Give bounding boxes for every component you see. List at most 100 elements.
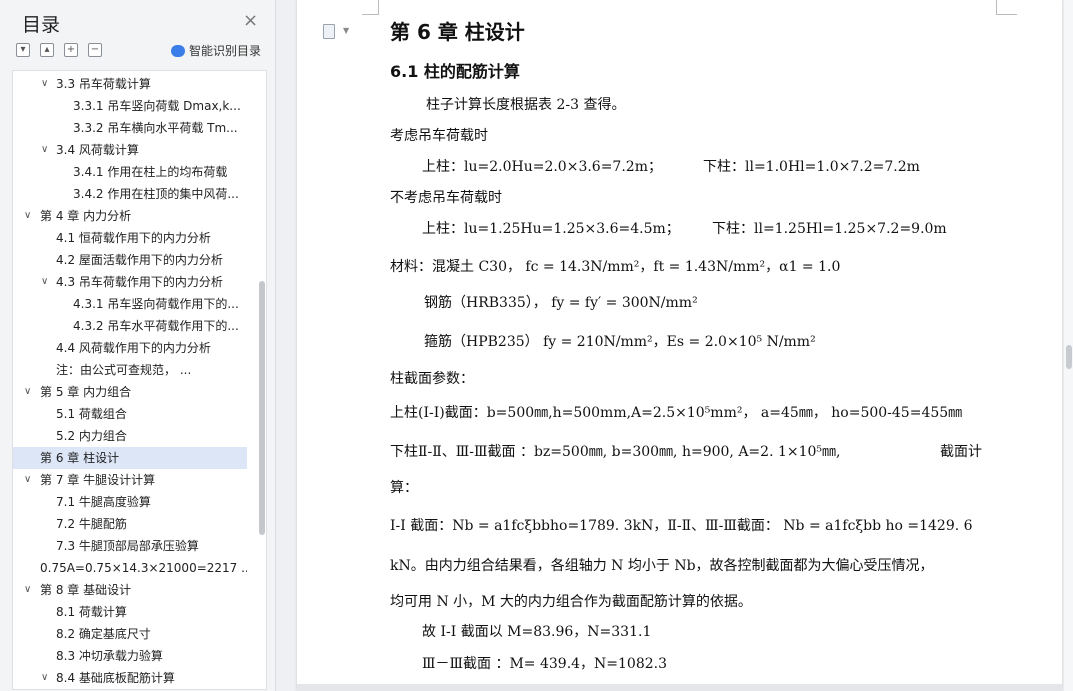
chevron-down-icon[interactable]: ∨ — [41, 271, 48, 293]
toc-item[interactable]: 0.75A=0.75×14.3×21000=2217 ... — [13, 557, 247, 579]
toc-item[interactable]: 7.1 牛腿高度验算 — [13, 491, 247, 513]
toc-item[interactable]: 5.2 内力组合 — [13, 425, 247, 447]
toc-item-label: 第 7 章 牛腿设计计算 — [40, 473, 156, 487]
doc-line: 上柱：lu=1.25Hu=1.25×3.6=4.5m； — [422, 221, 680, 237]
toc-item[interactable]: 5.1 荷载组合 — [13, 403, 247, 425]
toc-item-label: 3.4.2 作用在柱顶的集中风荷... — [73, 187, 239, 201]
toc-item[interactable]: ∨ 3.4 风荷载计算 — [13, 139, 247, 161]
toc-item[interactable]: 3.3.2 吊车横向水平荷载 Tm... — [13, 117, 247, 139]
close-icon[interactable]: × — [243, 12, 258, 30]
collapse-all-icon[interactable]: ▾ — [16, 43, 30, 57]
chevron-down-icon[interactable]: ∨ — [41, 667, 48, 689]
toc-item-label: 3.4.1 作用在柱上的均布荷载 — [73, 165, 228, 179]
toc-item[interactable]: ∨ 8.4 基础底板配筋计算 — [13, 667, 247, 689]
doc-line: 材料：混凝土 C30， fc = 14.3N/mm²，ft = 1.43N/mm… — [390, 259, 841, 275]
toc-item-label: 4.1 恒荷载作用下的内力分析 — [56, 231, 211, 245]
chevron-down-icon[interactable]: ∨ — [24, 469, 31, 491]
toc-item[interactable]: ∨ 第 4 章 内力分析 — [13, 205, 247, 227]
toc-item-label: 第 6 章 柱设计 — [40, 451, 120, 465]
toc-item[interactable]: 4.2 屋面活载作用下的内力分析 — [13, 249, 247, 271]
toc-item[interactable]: 3.4.2 作用在柱顶的集中风荷... — [13, 183, 247, 205]
doc-line: 下柱：ll=1.25Hl=1.25×7.2=9.0m — [712, 221, 947, 237]
crop-mark-left — [362, 0, 379, 15]
toc-item[interactable]: ∨ 第 7 章 牛腿设计计算 — [13, 469, 247, 491]
section-title: 6.1 柱的配筋计算 — [390, 62, 520, 81]
toc-item[interactable]: 4.3.2 吊车水平荷载作用下的... — [13, 315, 247, 337]
chevron-down-icon[interactable]: ▼ — [343, 26, 349, 35]
doc-line: 考虑吊车荷载时 — [390, 128, 488, 144]
toc-item-label: 0.75A=0.75×14.3×21000=2217 ... — [40, 561, 247, 575]
toc-item[interactable]: 第 6 章 柱设计 — [13, 447, 247, 469]
doc-line: 上柱：lu=2.0Hu=2.0×3.6=7.2m； — [422, 159, 662, 175]
toc-item[interactable]: 8.3 冲切承载力验算 — [13, 645, 247, 667]
chevron-down-icon[interactable]: ∨ — [41, 139, 48, 161]
doc-line: 截面计 — [940, 444, 982, 460]
toc-item-label: 4.3 吊车荷载作用下的内力分析 — [56, 275, 223, 289]
add-heading-icon[interactable]: + — [64, 43, 78, 57]
toc-scrollbar[interactable] — [259, 281, 265, 535]
smart-toc-label: 智能识别目录 — [189, 44, 262, 58]
remove-heading-icon[interactable]: − — [88, 43, 102, 57]
toc-item-label: 4.4 风荷载作用下的内力分析 — [56, 341, 211, 355]
doc-line: I-I 截面：Nb = a1fcξbbho=1789. 3kN，Ⅱ-Ⅱ、Ⅲ-Ⅲ截… — [390, 518, 973, 534]
crop-mark-right — [996, 0, 1017, 15]
toc-item-label: 注：由公式可查规范， ... — [56, 363, 192, 377]
chevron-down-icon[interactable]: ∨ — [41, 73, 48, 95]
toc-item-label: 8.2 确定基底尺寸 — [56, 627, 151, 641]
toc-item[interactable]: 注：由公式可查规范， ... — [13, 359, 247, 381]
toc-item-label: 8.1 荷载计算 — [56, 605, 127, 619]
toc-item-label: 4.3.1 吊车竖向荷载作用下的... — [73, 297, 239, 311]
toc-item-label: 7.1 牛腿高度验算 — [56, 495, 151, 509]
doc-line: 柱截面参数： — [390, 371, 474, 387]
chapter-title: 第 6 章 柱设计 — [390, 20, 525, 44]
doc-line: 钢筋（HRB335）， fy = fy′ = 300N/mm² — [424, 295, 698, 311]
toc-item[interactable]: ∨ 4.3 吊车荷载作用下的内力分析 — [13, 271, 247, 293]
toc-item-label: 3.3 吊车荷载计算 — [56, 77, 151, 91]
toc-item-label: 8.4 基础底板配筋计算 — [56, 671, 175, 685]
toc-list: ∨ 3.3 吊车荷载计算 3.3.1 吊车竖向荷载 Dmax,k... 3.3.2 吊… — [12, 70, 267, 690]
toc-item-label: 3.3.2 吊车横向水平荷载 Tm... — [73, 121, 238, 135]
doc-line: 不考虑吊车荷载时 — [390, 190, 502, 206]
toc-item-label: 5.1 荷载组合 — [56, 407, 127, 421]
chevron-down-icon[interactable]: ∨ — [24, 205, 31, 227]
toc-item[interactable]: 8.1 荷载计算 — [13, 601, 247, 623]
document-icon[interactable] — [323, 24, 335, 39]
toc-item-label: 第 4 章 内力分析 — [40, 209, 132, 223]
doc-line: kN。由内力组合结果看，各组轴力 N 均小于 Nb，故各控制截面都为大偏心受压情… — [390, 558, 934, 574]
toc-sidebar: 目录 × ▾ ▴ + − 智能识别目录 ∨ 3.3 吊车荷载计算 3.3.1 吊车竖… — [0, 0, 276, 691]
toc-item-label: 4.3.2 吊车水平荷载作用下的... — [73, 319, 239, 333]
doc-line: 上柱(I-I)截面：b=500㎜,h=500mm,A=2.5×10⁵mm²， a… — [390, 405, 963, 421]
toc-item[interactable]: 3.3.1 吊车竖向荷载 Dmax,k... — [13, 95, 247, 117]
toc-item-label: 3.3.1 吊车竖向荷载 Dmax,k... — [73, 99, 241, 113]
toc-item-label: 第 8 章 基础设计 — [40, 583, 132, 597]
toc-item[interactable]: ∨ 第 8 章 基础设计 — [13, 579, 247, 601]
chevron-down-icon[interactable]: ∨ — [24, 381, 31, 403]
toc-item[interactable]: 3.4.1 作用在柱上的均布荷载 — [13, 161, 247, 183]
doc-line: 均可用 N 小，M 大的内力组合作为截面配筋计算的依据。 — [390, 594, 752, 610]
doc-line: 下柱Ⅱ-Ⅱ、Ⅲ-Ⅲ截面 ：bz=500㎜, b=300㎜, h=900, A=2… — [390, 444, 841, 460]
chevron-down-icon[interactable]: ∨ — [24, 579, 31, 601]
toc-item[interactable]: 7.3 牛腿顶部局部承压验算 — [13, 535, 247, 557]
toc-item-label: 8.3 冲切承载力验算 — [56, 649, 163, 663]
doc-line: Ⅲ－Ⅲ截面 ：M= 439.4，N=1082.3 — [422, 656, 668, 672]
doc-line: 下柱：ll=1.0Hl=1.0×7.2=7.2m — [703, 159, 920, 175]
doc-line: 箍筋（HPB235） fy = 210N/mm²，Es = 2.0×10⁵ N/… — [424, 334, 816, 350]
smart-toc-button[interactable]: 智能识别目录 — [171, 42, 261, 59]
toc-item[interactable]: 4.1 恒荷载作用下的内力分析 — [13, 227, 247, 249]
toc-item[interactable]: ∨ 3.3 吊车荷载计算 — [13, 73, 247, 95]
toc-item[interactable]: 4.3.1 吊车竖向荷载作用下的... — [13, 293, 247, 315]
toc-item-label: 5.2 内力组合 — [56, 429, 127, 443]
toc-item[interactable]: 8.2 确定基底尺寸 — [13, 623, 247, 645]
horizontal-scrollbar[interactable] — [297, 684, 1062, 691]
toc-item[interactable]: 7.2 牛腿配筋 — [13, 513, 247, 535]
toc-item-label: 第 5 章 内力组合 — [40, 385, 132, 399]
expand-all-icon[interactable]: ▴ — [40, 43, 54, 57]
toc-item-label: 7.2 牛腿配筋 — [56, 517, 127, 531]
toc-title: 目录 — [22, 14, 61, 36]
toc-item[interactable]: ∨ 第 5 章 内力组合 — [13, 381, 247, 403]
toc-item[interactable]: 4.4 风荷载作用下的内力分析 — [13, 337, 247, 359]
document-scroll-thumb[interactable] — [1066, 345, 1072, 369]
doc-line: 算： — [390, 480, 418, 496]
toc-item-label: 7.3 牛腿顶部局部承压验算 — [56, 539, 199, 553]
toc-item-label: 3.4 风荷载计算 — [56, 143, 139, 157]
